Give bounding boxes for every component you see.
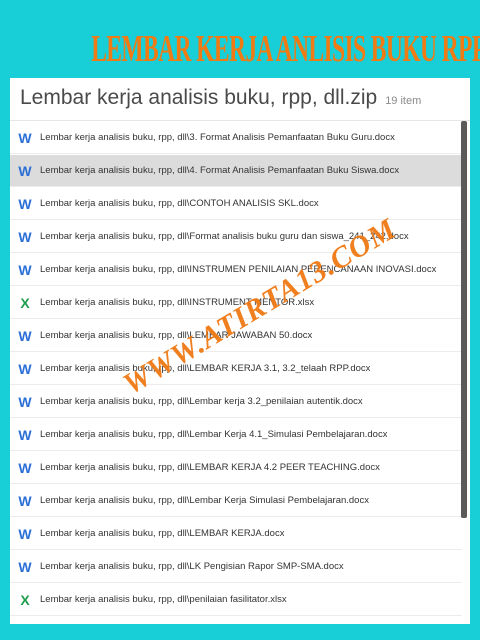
word-file-icon: W: [18, 129, 32, 146]
file-name: Lembar kerja analisis buku, rpp, dll\CON…: [40, 198, 319, 209]
file-row[interactable]: W Lembar kerja analisis buku, rpp, dll\IN…: [10, 254, 462, 286]
file-row[interactable]: W Lembar kerja analisis buku, rpp, dll\LE…: [10, 518, 462, 550]
word-file-icon: W: [18, 162, 32, 179]
file-name: Lembar kerja analisis buku, rpp, dll\3. …: [40, 132, 395, 143]
archive-title: Lembar kerja analisis buku, rpp, dll.zip: [20, 86, 378, 109]
word-file-icon: W: [18, 426, 32, 443]
word-file-icon: W: [18, 393, 32, 410]
file-name: Lembar kerja analisis buku, rpp, dll\LEM…: [40, 363, 371, 374]
file-row[interactable]: W Lembar kerja analisis buku, rpp, dll\Le…: [10, 485, 462, 517]
file-row[interactable]: W Lembar kerja analisis buku, rpp, dll\4.…: [10, 155, 462, 187]
file-name: Lembar kerja analisis buku, rpp, dll\4. …: [40, 165, 400, 176]
file-name: Lembar kerja analisis buku, rpp, dll\LEM…: [40, 528, 285, 539]
item-count: 19 item: [385, 95, 422, 107]
file-name: Lembar kerja analisis buku, rpp, dll\INS…: [40, 264, 437, 275]
file-name: Lembar kerja analisis buku, rpp, dll\Lem…: [40, 495, 369, 506]
archive-header: Lembar kerja analisis buku, rpp, dll.zip…: [10, 78, 470, 121]
word-file-icon: W: [18, 195, 32, 212]
file-name: Lembar kerja analisis buku, rpp, dll\LK …: [40, 561, 344, 572]
file-row[interactable]: W Lembar kerja analisis buku, rpp, dll\LE…: [10, 353, 462, 385]
file-name: Lembar kerja analisis buku, rpp, dll\pen…: [40, 594, 287, 605]
file-name: Lembar kerja analisis buku, rpp, dll\Lem…: [40, 429, 388, 440]
excel-file-icon: X: [20, 591, 30, 608]
word-file-icon: W: [18, 459, 32, 476]
file-name: Lembar kerja analisis buku, rpp, dll\LEM…: [40, 462, 380, 473]
word-file-icon: W: [18, 261, 32, 278]
word-file-icon: W: [18, 492, 32, 509]
word-file-icon: W: [18, 360, 32, 377]
word-file-icon: W: [18, 558, 32, 575]
file-row[interactable]: W Lembar kerja analisis buku, rpp, dll\LE…: [10, 452, 462, 484]
word-file-icon: W: [18, 228, 32, 245]
file-row[interactable]: W Lembar kerja analisis buku, rpp, dll\LK…: [10, 551, 462, 583]
file-row[interactable]: X Lembar kerja analisis buku, rpp, dll\pe…: [10, 584, 462, 616]
banner-title: LEMBAR KERJA ANLISIS BUKU RPP: [91, 28, 480, 70]
file-list: W Lembar kerja analisis buku, rpp, dll\3.…: [10, 121, 462, 616]
file-row[interactable]: W Lembar kerja analisis buku, rpp, dll\3.…: [10, 122, 462, 154]
scrollbar[interactable]: [461, 121, 467, 518]
word-file-icon: W: [18, 525, 32, 542]
word-file-icon: W: [18, 327, 32, 344]
zip-viewer-panel: Lembar kerja analisis buku, rpp, dll.zip…: [10, 78, 470, 624]
excel-file-icon: X: [20, 294, 30, 311]
